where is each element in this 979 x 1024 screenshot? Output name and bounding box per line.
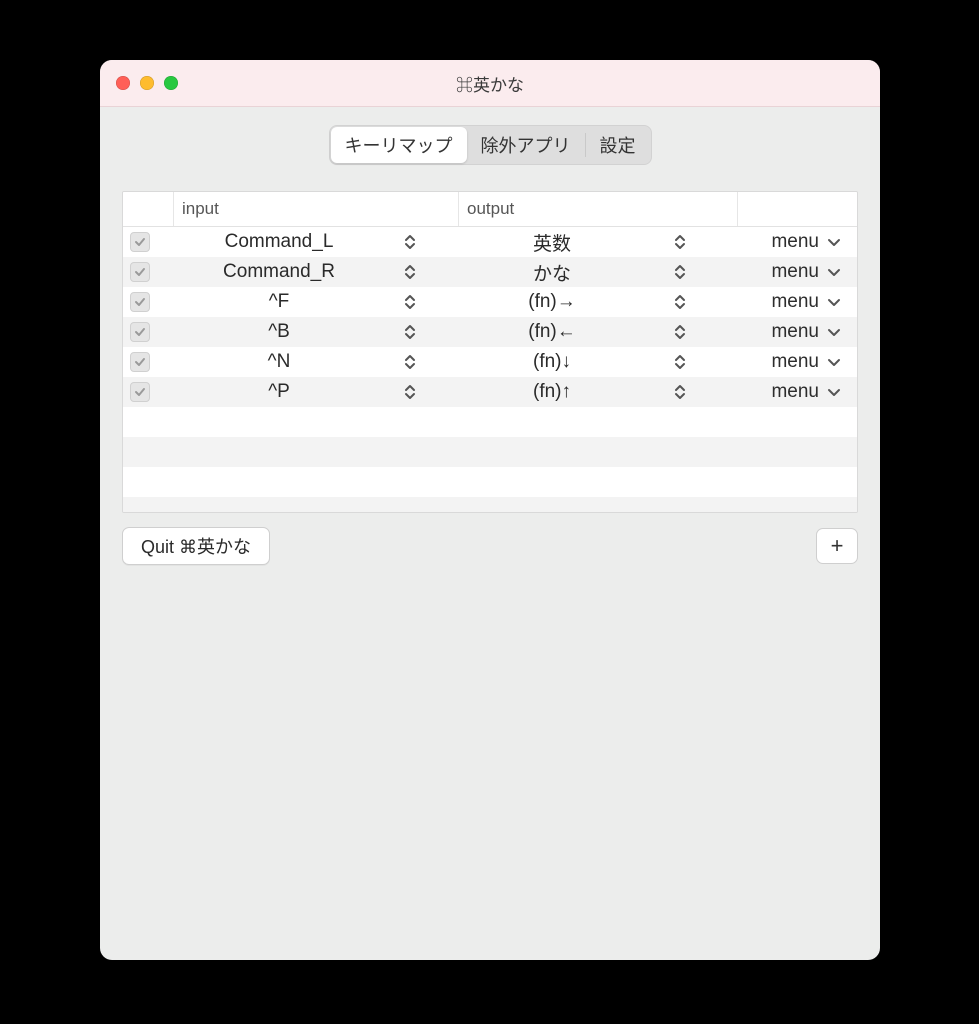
col-menu[interactable] [738,192,857,226]
row-menu[interactable]: menu [771,261,819,283]
row-menu[interactable]: menu [771,321,819,343]
output-value: 英数 [433,229,671,256]
row-menu[interactable]: menu [771,291,819,313]
empty-row [123,497,857,513]
titlebar: ⌘英かな [100,60,880,107]
tab-settings[interactable]: 設定 [586,127,650,163]
input-stepper[interactable] [401,381,419,403]
chevron-down-icon[interactable] [827,292,841,313]
chevron-down-icon[interactable] [827,262,841,283]
chevron-down-icon[interactable] [827,352,841,373]
row-checkbox[interactable] [130,382,150,402]
table-row: ^B (fn)← menu [123,317,857,347]
row-menu[interactable]: menu [771,231,819,253]
add-button[interactable]: + [816,528,858,564]
chevron-down-icon[interactable] [827,382,841,403]
chevron-down-icon[interactable] [827,232,841,253]
input-stepper[interactable] [401,291,419,313]
input-value: ^N [157,351,401,373]
zoom-icon[interactable] [164,76,178,90]
input-stepper[interactable] [401,261,419,283]
col-output[interactable]: output [459,192,738,226]
table-row: ^P (fn)↑ menu [123,377,857,407]
col-input[interactable]: input [174,192,459,226]
empty-row [123,437,857,467]
input-value: Command_R [157,261,401,283]
output-stepper[interactable] [671,381,689,403]
col-check[interactable] [123,192,174,226]
table-body: Command_L 英数 menu Command_R かな menu ^F (fn)→ men… [123,227,857,513]
footer: Quit ⌘英かな + [122,527,858,565]
table-row: ^N (fn)↓ menu [123,347,857,377]
row-menu[interactable]: menu [771,381,819,403]
table-row: Command_L 英数 menu [123,227,857,257]
row-checkbox[interactable] [130,352,150,372]
empty-row [123,407,857,437]
output-stepper[interactable] [671,261,689,283]
window-controls [116,76,178,90]
empty-row [123,467,857,497]
input-value: ^B [157,321,401,343]
input-value: Command_L [157,231,401,253]
input-value: ^F [157,291,401,313]
output-stepper[interactable] [671,351,689,373]
row-checkbox[interactable] [130,262,150,282]
output-stepper[interactable] [671,231,689,253]
input-stepper[interactable] [401,321,419,343]
input-stepper[interactable] [401,351,419,373]
table-header: input output [123,192,857,227]
output-value: (fn)↓ [433,351,671,373]
minimize-icon[interactable] [140,76,154,90]
segmented-control: キーリマップ 除外アプリ 設定 [329,125,652,165]
output-value: (fn)↑ [433,381,671,403]
tab-keymap[interactable]: キーリマップ [331,127,467,163]
output-value: (fn)→ [433,291,671,313]
plus-icon: + [831,533,844,559]
input-value: ^P [157,381,401,403]
table-row: ^F (fn)→ menu [123,287,857,317]
output-stepper[interactable] [671,321,689,343]
row-checkbox[interactable] [130,292,150,312]
output-value: かな [433,259,671,286]
input-stepper[interactable] [401,231,419,253]
output-stepper[interactable] [671,291,689,313]
keymap-table: input output Command_L 英数 menu Command_R かな m… [122,191,858,513]
chevron-down-icon[interactable] [827,322,841,343]
row-checkbox[interactable] [130,232,150,252]
window-title: ⌘英かな [100,71,880,96]
tab-bar: キーリマップ 除外アプリ 設定 [100,125,880,165]
app-window: ⌘英かな キーリマップ 除外アプリ 設定 input output Comman… [100,60,880,960]
table-row: Command_R かな menu [123,257,857,287]
tab-exclude[interactable]: 除外アプリ [467,127,585,163]
row-checkbox[interactable] [130,322,150,342]
close-icon[interactable] [116,76,130,90]
quit-button[interactable]: Quit ⌘英かな [122,527,270,565]
output-value: (fn)← [433,321,671,343]
row-menu[interactable]: menu [771,351,819,373]
